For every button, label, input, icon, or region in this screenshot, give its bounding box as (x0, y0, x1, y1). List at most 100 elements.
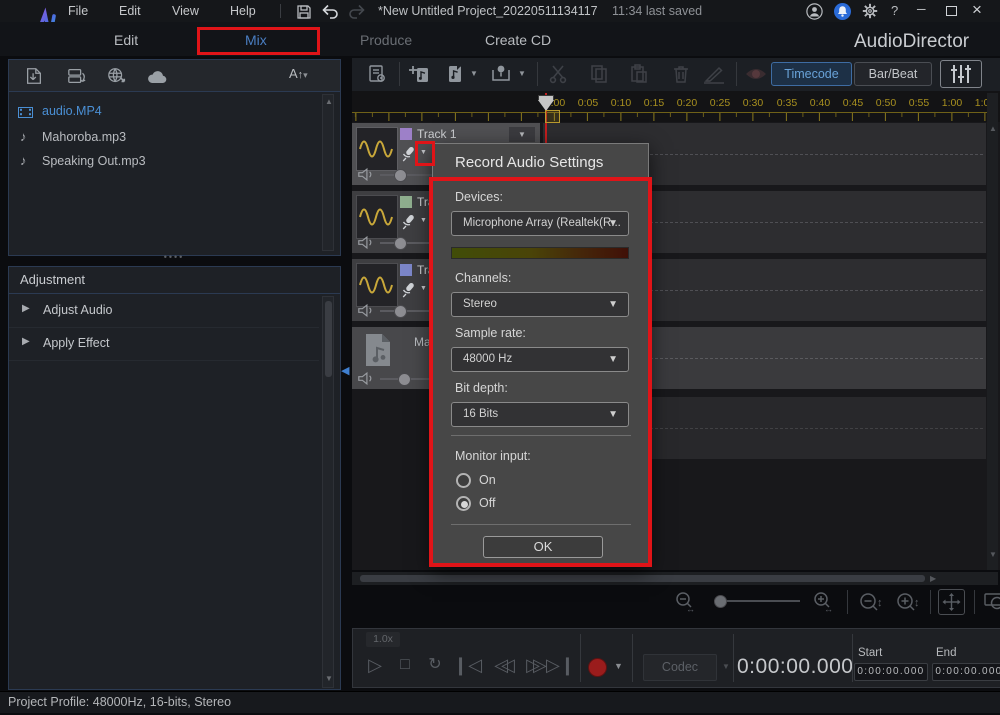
file-row-speaking-out[interactable]: ♪ Speaking Out.mp3 (18, 153, 313, 171)
volume-knob[interactable] (394, 169, 407, 182)
mic-source-dropdown[interactable]: ▼ (420, 285, 427, 292)
ruler-label: 0:10 (605, 97, 637, 109)
timeline-vscrollbar[interactable]: ▲ ▼ (987, 93, 998, 570)
notifications-icon[interactable] (834, 3, 851, 20)
settings-gear-icon[interactable] (862, 3, 878, 19)
import-folder-button[interactable] (66, 66, 88, 86)
zoom-in-horizontal-button[interactable]: ↔ (810, 590, 836, 614)
scrollbar-thumb[interactable] (360, 575, 925, 582)
apply-effect-item[interactable]: ▶ Apply Effect (9, 327, 319, 361)
loop-button[interactable]: ↻ (423, 652, 447, 678)
menu-file[interactable]: File (68, 4, 88, 18)
fit-timeline-button[interactable] (938, 589, 965, 615)
panel-resize-handle[interactable]: •••• (150, 254, 198, 262)
add-track-button[interactable] (408, 62, 432, 86)
cut-button[interactable] (548, 63, 570, 85)
adjust-audio-item[interactable]: ▶ Adjust Audio (9, 294, 319, 328)
scroll-down-icon[interactable]: ▼ (325, 675, 333, 683)
zoom-region-button[interactable] (982, 590, 1000, 614)
tab-edit[interactable]: Edit (114, 32, 138, 48)
close-button[interactable]: × (972, 0, 982, 20)
draw-button[interactable] (702, 63, 726, 85)
zoom-slider-knob[interactable] (714, 595, 727, 608)
scroll-up-icon[interactable]: ▲ (325, 98, 333, 106)
stop-button[interactable]: □ (393, 652, 417, 678)
menu-view[interactable]: View (172, 4, 199, 18)
volume-knob[interactable] (398, 373, 411, 386)
minimize-button[interactable]: ─ (917, 2, 926, 16)
maximize-button[interactable] (946, 6, 957, 16)
download-sound-clips-button[interactable] (106, 66, 128, 86)
tab-create-cd[interactable]: Create CD (485, 32, 551, 48)
play-button[interactable]: ▷ (363, 652, 387, 678)
zoom-out-vertical-button[interactable]: ↕ (857, 590, 885, 614)
project-settings-button[interactable] (366, 63, 388, 85)
collapse-panel-icon[interactable]: ◀ (341, 364, 349, 377)
user-avatar-icon[interactable] (806, 3, 823, 20)
ok-button[interactable]: OK (483, 536, 603, 558)
paste-button[interactable] (628, 63, 650, 85)
devices-dropdown[interactable]: Microphone Array (Realtek(R... ▼ (451, 211, 629, 236)
timeline-hscrollbar[interactable]: ▶ (352, 572, 998, 585)
scroll-right-icon[interactable]: ▶ (930, 574, 936, 583)
codec-dropdown[interactable]: Codec (643, 654, 717, 681)
speaker-icon[interactable] (357, 303, 375, 318)
volume-knob[interactable] (394, 237, 407, 250)
copy-button[interactable] (588, 63, 610, 85)
mixer-button[interactable] (940, 60, 982, 88)
bit-depth-label: Bit depth: (455, 381, 508, 395)
record-button[interactable] (588, 658, 607, 677)
timecode-toggle[interactable]: Timecode (771, 62, 852, 86)
scroll-down-icon[interactable]: ▼ (989, 551, 997, 559)
redo-button[interactable] (348, 3, 367, 20)
help-icon[interactable]: ? (891, 3, 898, 18)
chevron-down-icon[interactable]: ▼ (518, 69, 526, 78)
zoom-in-vertical-button[interactable]: ↕ (894, 590, 922, 614)
end-field[interactable]: 0:00:00.000 (932, 663, 1000, 681)
volume-knob[interactable] (394, 305, 407, 318)
marker-button[interactable] (489, 62, 513, 86)
tab-produce[interactable]: Produce (360, 32, 412, 48)
go-to-start-button[interactable]: ❙◁ (453, 652, 481, 678)
keyframe-button[interactable] (744, 64, 768, 84)
monitor-off-radio[interactable] (456, 496, 471, 511)
file-row-mahoroba[interactable]: ♪ Mahoroba.mp3 (18, 129, 313, 147)
save-button[interactable] (296, 4, 312, 20)
cloud-button[interactable] (146, 68, 170, 85)
go-to-end-button[interactable]: ▷❙ (546, 652, 574, 678)
rewind-button[interactable]: ◁◁ (484, 652, 518, 678)
import-media-button[interactable] (24, 66, 44, 86)
mic-icon[interactable] (399, 146, 415, 162)
barbeat-toggle[interactable]: Bar/Beat (854, 62, 932, 86)
speaker-icon[interactable] (357, 167, 375, 182)
tab-mix[interactable]: Mix (245, 32, 267, 48)
speaker-icon[interactable] (357, 371, 375, 386)
start-field[interactable]: 0:00:00.000 (854, 663, 928, 681)
mic-source-dropdown[interactable]: ▼ (420, 149, 427, 156)
delete-button[interactable] (670, 63, 692, 85)
menu-help[interactable]: Help (230, 4, 256, 18)
menu-edit[interactable]: Edit (119, 4, 141, 18)
insert-clip-button[interactable] (443, 62, 467, 86)
record-options-dropdown[interactable]: ▼ (614, 661, 623, 671)
media-scrollbar[interactable]: ▲ (322, 94, 334, 251)
scroll-up-icon[interactable]: ▲ (989, 125, 997, 133)
mic-icon[interactable] (399, 282, 415, 298)
file-row-audio-mp4[interactable]: audio.MP4 (18, 104, 313, 122)
mic-source-dropdown[interactable]: ▼ (420, 217, 427, 224)
monitor-on-radio[interactable] (456, 473, 471, 488)
channels-dropdown[interactable]: Stereo ▼ (451, 292, 629, 317)
sort-dropdown[interactable]: A↑▾ (289, 66, 308, 81)
track-options-dropdown[interactable]: ▼ (509, 127, 535, 142)
bit-depth-dropdown[interactable]: 16 Bits ▼ (451, 402, 629, 427)
undo-button[interactable] (320, 3, 339, 20)
zoom-out-horizontal-button[interactable]: ↔ (672, 590, 698, 614)
chevron-down-icon[interactable]: ▼ (470, 69, 478, 78)
scrollbar-thumb[interactable] (325, 301, 332, 377)
speaker-icon[interactable] (357, 235, 375, 250)
sample-rate-dropdown[interactable]: 48000 Hz ▼ (451, 347, 629, 372)
mic-icon[interactable] (399, 214, 415, 230)
adjustment-scrollbar[interactable]: ▼ (322, 296, 334, 688)
fast-forward-button[interactable]: ▷▷ (516, 652, 550, 678)
codec-dropdown-arrow[interactable]: ▼ (722, 662, 730, 671)
